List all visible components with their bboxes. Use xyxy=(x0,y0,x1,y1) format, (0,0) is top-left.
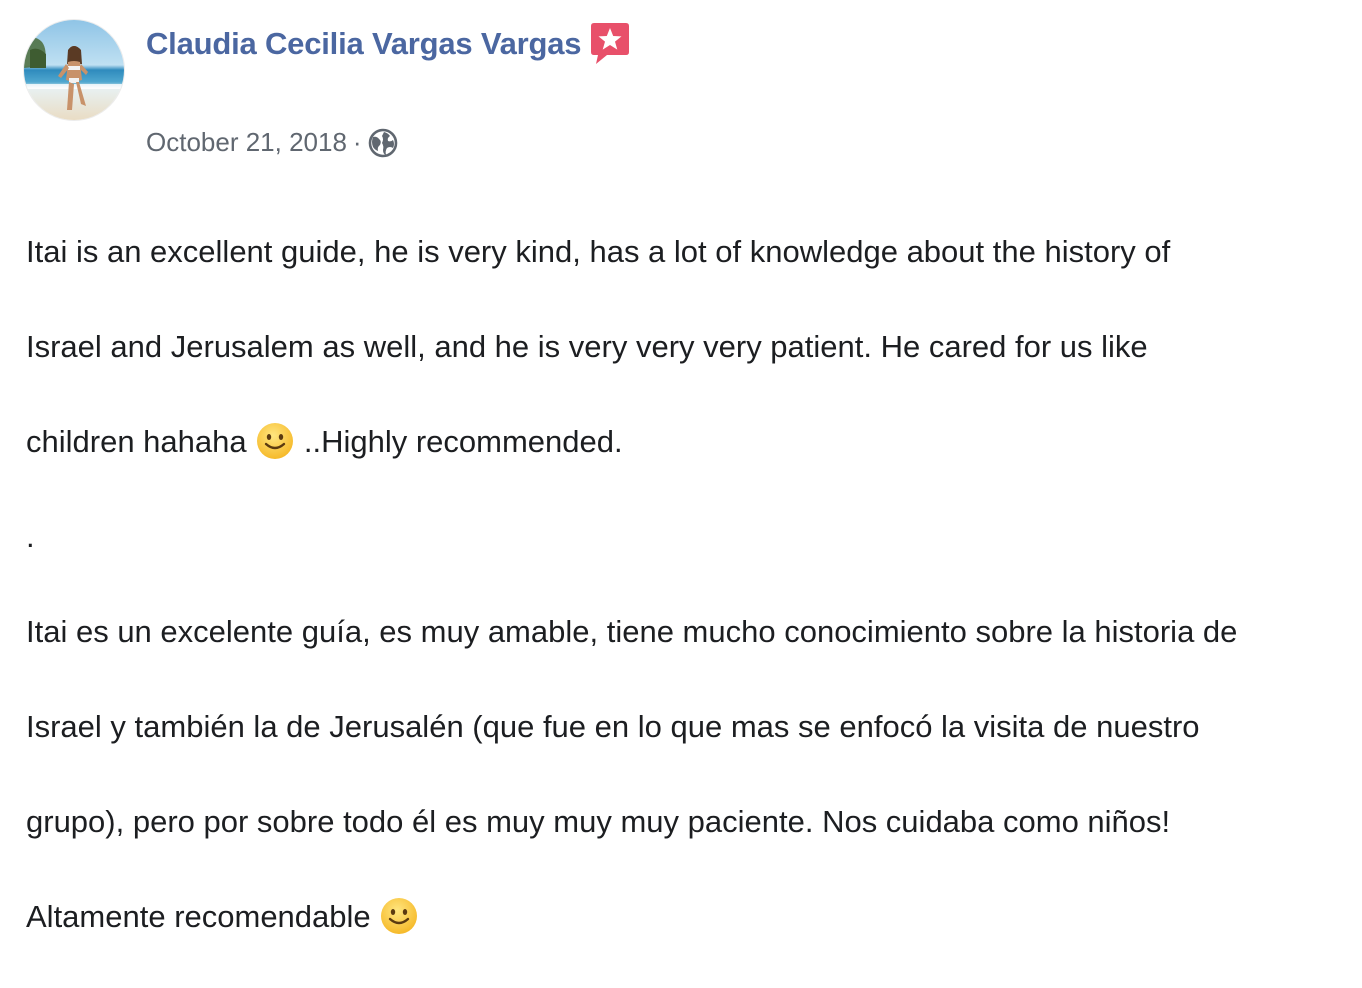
slightly-smiling-face-emoji-icon xyxy=(379,896,419,936)
body-line: Altamente recomendable xyxy=(26,893,1346,941)
post-date-link[interactable]: October 21, 2018 xyxy=(146,127,347,158)
globe-icon[interactable] xyxy=(368,128,398,158)
profile-photo xyxy=(24,20,124,120)
body-line: grupo), pero por sobre todo él es muy mu… xyxy=(26,803,1171,839)
meta-separator: · xyxy=(352,126,362,157)
post-meta: October 21, 2018 · xyxy=(146,122,398,162)
body-text-segment: ..Highly recommended. xyxy=(295,423,623,459)
body-line: Itai es un excelente guía, es muy amable… xyxy=(26,613,1238,649)
body-text-segment: Altamente recomendable xyxy=(26,898,380,934)
body-line: children hahaha ..Highly recommended. xyxy=(26,418,1346,466)
body-line: Itai is an excellent guide, he is very k… xyxy=(26,233,1171,269)
body-line: . xyxy=(26,518,35,554)
author-header: Claudia Cecilia Vargas Vargas xyxy=(146,22,633,66)
recommends-star-icon xyxy=(587,22,633,66)
body-line: Israel and Jerusalem as well, and he is … xyxy=(26,328,1148,364)
body-line: Israel y también la de Jerusalén (que fu… xyxy=(26,708,1200,744)
body-text-segment: children hahaha xyxy=(26,423,256,459)
slightly-smiling-face-emoji-icon xyxy=(255,421,295,461)
review-post: Claudia Cecilia Vargas Vargas October 21… xyxy=(0,0,1362,934)
post-body: Itai is an excellent guide, he is very k… xyxy=(26,180,1346,988)
avatar[interactable] xyxy=(24,20,124,120)
author-name-link[interactable]: Claudia Cecilia Vargas Vargas xyxy=(146,26,582,62)
